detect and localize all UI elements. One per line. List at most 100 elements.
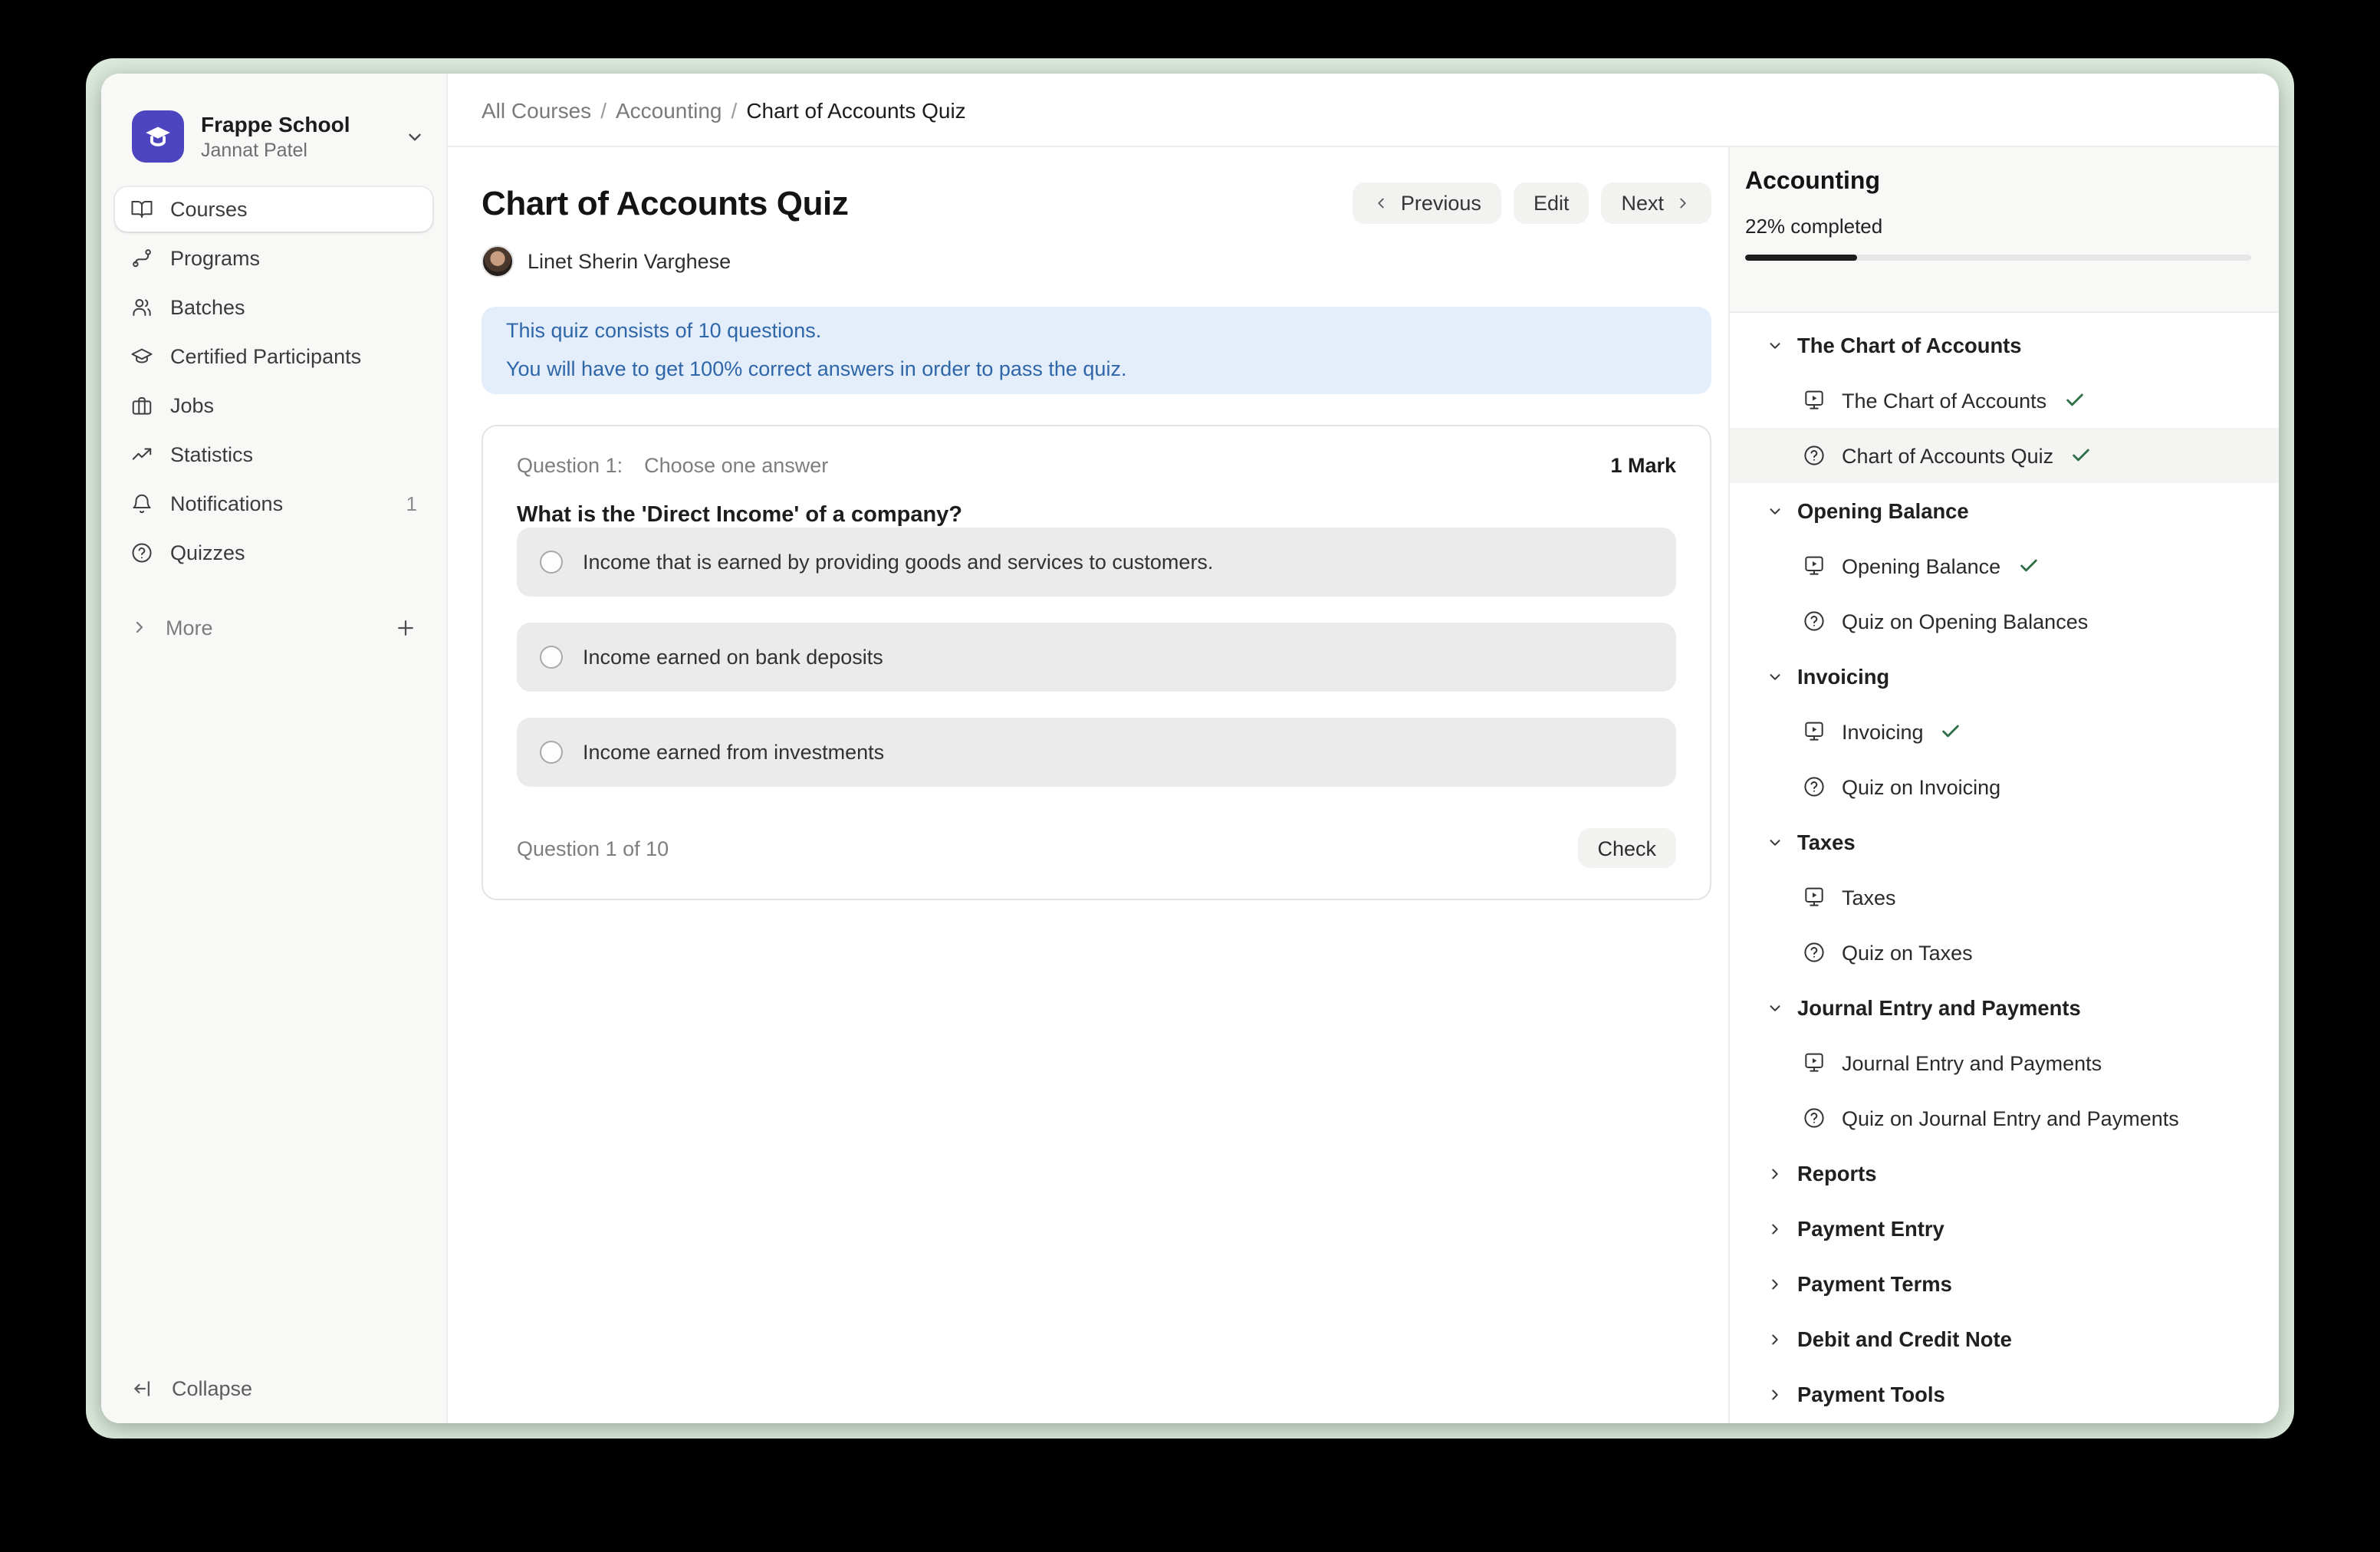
answer-option[interactable]: Income earned from investments xyxy=(517,718,1676,787)
chevron-right-icon xyxy=(1767,1165,1783,1182)
answer-option[interactable]: Income that is earned by providing goods… xyxy=(517,528,1676,597)
sidebar-item-jobs[interactable]: Jobs xyxy=(115,383,432,428)
breadcrumb-all-courses[interactable]: All Courses xyxy=(482,97,591,122)
chevron-right-icon xyxy=(1767,1220,1783,1237)
outline-item-journal-entry-and-payments[interactable]: Journal Entry and Payments xyxy=(1730,1035,2279,1090)
question-instruction: Choose one answer xyxy=(644,454,828,477)
sidebar-item-statistics[interactable]: Statistics xyxy=(115,432,432,477)
lesson-video-icon xyxy=(1802,885,1826,909)
outline-item-quiz-on-taxes[interactable]: Quiz on Taxes xyxy=(1730,925,2279,980)
title-row: Chart of Accounts Quiz Previous Edit xyxy=(482,182,1711,224)
chevron-down-icon xyxy=(1767,668,1783,685)
outline-section-label: Payment Entry xyxy=(1797,1217,1944,1240)
outline-item-label: Opening Balance xyxy=(1842,554,2000,577)
outline-section-the-chart-of-accounts[interactable]: The Chart of Accounts xyxy=(1730,317,2279,373)
window-frame: Frappe School Jannat Patel Courses Progra… xyxy=(86,58,2294,1439)
notification-count-badge: 1 xyxy=(406,492,417,515)
lesson-video-icon xyxy=(1802,719,1826,744)
page-title: Chart of Accounts Quiz xyxy=(482,183,848,223)
outline-section-journal-entry-and-payments[interactable]: Journal Entry and Payments xyxy=(1730,980,2279,1035)
progress-bar-fill xyxy=(1745,255,1856,261)
quiz-icon xyxy=(1802,940,1826,965)
answer-option-label: Income earned from investments xyxy=(583,741,884,764)
answer-option[interactable]: Income earned on bank deposits xyxy=(517,623,1676,692)
sidebar-item-label: Jobs xyxy=(170,394,214,417)
sidebar-item-certified-participants[interactable]: Certified Participants xyxy=(115,334,432,379)
radio-icon[interactable] xyxy=(540,646,563,669)
outline-item-label: Chart of Accounts Quiz xyxy=(1842,444,2053,467)
author-name: Linet Sherin Varghese xyxy=(528,250,731,273)
help-circle-icon xyxy=(130,541,153,564)
quiz-icon xyxy=(1802,609,1826,633)
left-sidebar: Frappe School Jannat Patel Courses Progra… xyxy=(101,74,448,1423)
collapse-label: Collapse xyxy=(172,1377,252,1400)
chevron-down-icon[interactable] xyxy=(405,127,425,146)
sidebar-item-label: Notifications xyxy=(170,492,283,515)
sidebar-item-label: Certified Participants xyxy=(170,345,361,368)
plus-icon[interactable] xyxy=(394,616,417,639)
outline-item-label: The Chart of Accounts xyxy=(1842,389,2046,412)
previous-button[interactable]: Previous xyxy=(1353,182,1501,224)
outline-section-taxes[interactable]: Taxes xyxy=(1730,814,2279,870)
outline-item-quiz-on-invoicing[interactable]: Quiz on Invoicing xyxy=(1730,759,2279,814)
quiz-icon xyxy=(1802,1106,1826,1130)
collapse-sidebar-button[interactable]: Collapse xyxy=(132,1377,252,1400)
outline-item-taxes[interactable]: Taxes xyxy=(1730,870,2279,925)
sidebar-item-programs[interactable]: Programs xyxy=(115,236,432,281)
sidebar-item-notifications[interactable]: Notifications 1 xyxy=(115,482,432,526)
chevron-right-icon xyxy=(1675,195,1691,212)
radio-icon[interactable] xyxy=(540,741,563,764)
outline-section-label: Reports xyxy=(1797,1162,1876,1185)
outline-item-opening-balance[interactable]: Opening Balance xyxy=(1730,538,2279,594)
progress-bar xyxy=(1745,255,2251,261)
edit-button[interactable]: Edit xyxy=(1514,182,1589,224)
outline-item-quiz-on-opening-balances[interactable]: Quiz on Opening Balances xyxy=(1730,594,2279,649)
lesson-video-icon xyxy=(1802,554,1826,578)
users-icon xyxy=(130,296,153,319)
breadcrumb-accounting[interactable]: Accounting xyxy=(616,97,722,122)
collapse-icon xyxy=(132,1377,155,1400)
outline-section-payment-tools[interactable]: Payment Tools xyxy=(1730,1366,2279,1422)
outline-section-reports[interactable]: Reports xyxy=(1730,1146,2279,1201)
chevron-down-icon xyxy=(1767,834,1783,850)
sidebar-item-quizzes[interactable]: Quizzes xyxy=(115,531,432,575)
radio-icon[interactable] xyxy=(540,551,563,574)
answer-option-label: Income earned on bank deposits xyxy=(583,646,883,669)
outline-section-opening-balance[interactable]: Opening Balance xyxy=(1730,483,2279,538)
route-icon xyxy=(130,247,153,270)
sidebar-item-label: Programs xyxy=(170,247,260,270)
trending-up-icon xyxy=(130,443,153,466)
outline-item-label: Taxes xyxy=(1842,886,1896,909)
lesson-video-icon xyxy=(1802,388,1826,413)
answer-option-label: Income that is earned by providing goods… xyxy=(583,551,1213,574)
outline-section-payment-entry[interactable]: Payment Entry xyxy=(1730,1201,2279,1256)
sidebar-item-courses[interactable]: Courses xyxy=(115,187,432,232)
more-label: More xyxy=(166,616,213,639)
question-number-label: Question 1: xyxy=(517,454,623,477)
outline-item-quiz-on-journal-entry-and-payments[interactable]: Quiz on Journal Entry and Payments xyxy=(1730,1090,2279,1146)
outline-section-invoicing[interactable]: Invoicing xyxy=(1730,649,2279,704)
outline-item-the-chart-of-accounts[interactable]: The Chart of Accounts xyxy=(1730,373,2279,428)
next-button[interactable]: Next xyxy=(1601,182,1711,224)
screen: Frappe School Jannat Patel Courses Progra… xyxy=(0,0,2380,1552)
banner-line-2: You will have to get 100% correct answer… xyxy=(506,350,1687,388)
sidebar-item-more[interactable]: More xyxy=(115,606,432,649)
sidebar-item-batches[interactable]: Batches xyxy=(115,285,432,330)
outline-item-invoicing[interactable]: Invoicing xyxy=(1730,704,2279,759)
question-card: Question 1: Choose one answer 1 Mark Wha… xyxy=(482,425,1711,900)
sidebar-item-label: Batches xyxy=(170,296,245,319)
user-name: Jannat Patel xyxy=(201,139,388,162)
course-outline: Accounting 22% completed The Chart of Ac… xyxy=(1728,147,2279,1423)
outline-section-label: Debit and Credit Note xyxy=(1797,1327,2012,1350)
progress-text: 22% completed xyxy=(1745,215,2251,238)
outline-section-payment-terms[interactable]: Payment Terms xyxy=(1730,1256,2279,1311)
outline-section-debit-and-credit-note[interactable]: Debit and Credit Note xyxy=(1730,1311,2279,1366)
chevron-down-icon xyxy=(1767,999,1783,1016)
outline-item-chart-of-accounts-quiz[interactable]: Chart of Accounts Quiz xyxy=(1730,428,2279,483)
edit-label: Edit xyxy=(1534,192,1570,215)
question-footer: Question 1 of 10 Check xyxy=(517,828,1676,868)
outline-section-label: Invoicing xyxy=(1797,665,1889,688)
workspace-switcher[interactable]: Frappe School Jannat Patel xyxy=(101,74,446,178)
outline-section-label: The Chart of Accounts xyxy=(1797,334,2022,357)
check-button[interactable]: Check xyxy=(1577,828,1676,868)
